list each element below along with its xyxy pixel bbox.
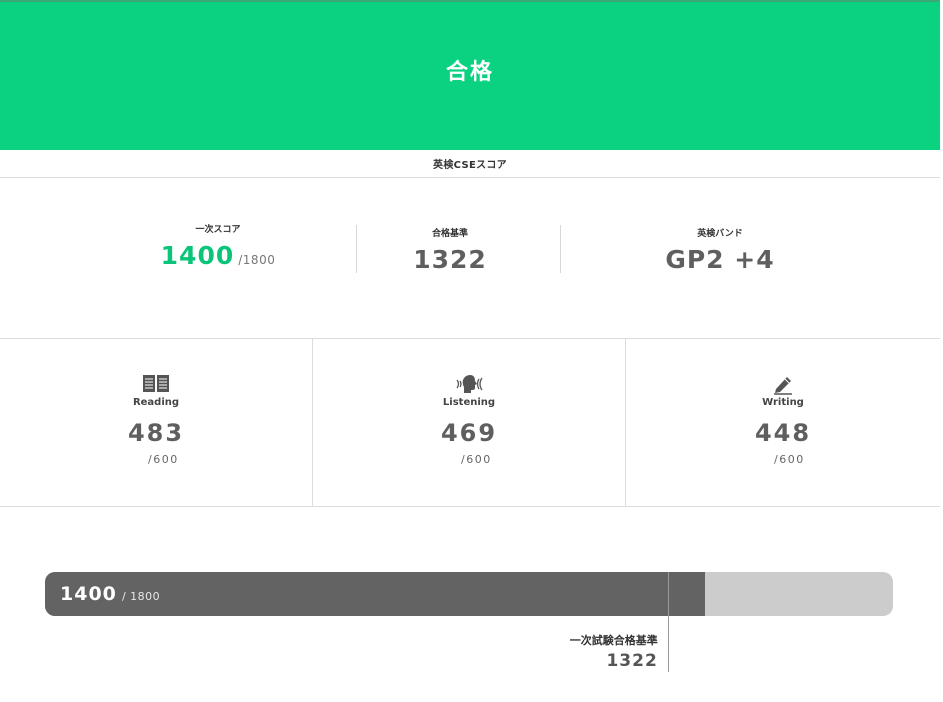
result-banner: 合格 — [0, 0, 940, 150]
section-header: 英検CSEスコア — [0, 150, 940, 178]
pencil-icon — [774, 377, 792, 395]
skill-scores: Reading 483 /600 Listening 469 /600 Writ… — [0, 339, 940, 507]
skill-listening: Listening 469 /600 — [313, 339, 626, 507]
band-label: 英検バンド — [697, 229, 743, 239]
score-summary: 一次スコア 1400/1800 合格基準 1322 英検バンド GP2 +4 — [0, 178, 940, 339]
threshold-label: 一次試験合格基準 — [569, 634, 658, 647]
skill-score: 469 — [440, 419, 498, 447]
skill-name: Writing — [762, 397, 804, 408]
score-progress-bar: 1400 / 1800 — [45, 572, 893, 616]
skill-max: /600 — [148, 453, 179, 466]
pass-standard-value: 1322 — [413, 245, 487, 274]
threshold-label-block: 一次試験合格基準 1322 — [570, 632, 658, 671]
skill-writing: Writing 448 /600 — [626, 339, 940, 507]
first-score-label: 一次スコア — [195, 225, 241, 235]
progress-text: 1400 / 1800 — [60, 583, 160, 605]
skill-max: /600 — [461, 453, 492, 466]
band-block: 英検バンド GP2 +4 — [620, 226, 820, 274]
first-score-max: /1800 — [238, 253, 276, 267]
skill-reading: Reading 483 /600 — [0, 339, 313, 507]
divider — [356, 225, 357, 273]
skill-name: Listening — [442, 397, 496, 408]
listening-head-icon — [456, 375, 483, 393]
skill-name: Reading — [132, 397, 180, 408]
skill-score: 448 — [754, 419, 812, 447]
pass-threshold-marker — [667, 572, 669, 672]
book-icon — [143, 375, 169, 392]
threshold-value: 1322 — [606, 651, 658, 671]
pass-standard-label: 合格基準 — [431, 229, 468, 239]
skill-score: 483 — [127, 419, 185, 447]
band-value: GP2 +4 — [665, 245, 775, 274]
section-label: 英検CSEスコア — [433, 160, 507, 171]
skill-max: /600 — [774, 453, 805, 466]
first-score-value: 1400/1800 — [160, 241, 276, 270]
divider — [560, 225, 561, 273]
result-title: 合格 — [445, 60, 494, 85]
progress-max: / 1800 — [121, 590, 161, 603]
first-score-block: 一次スコア 1400/1800 — [118, 222, 318, 270]
progress-value: 1400 — [60, 583, 117, 605]
pass-standard-block: 合格基準 1322 — [360, 226, 540, 274]
